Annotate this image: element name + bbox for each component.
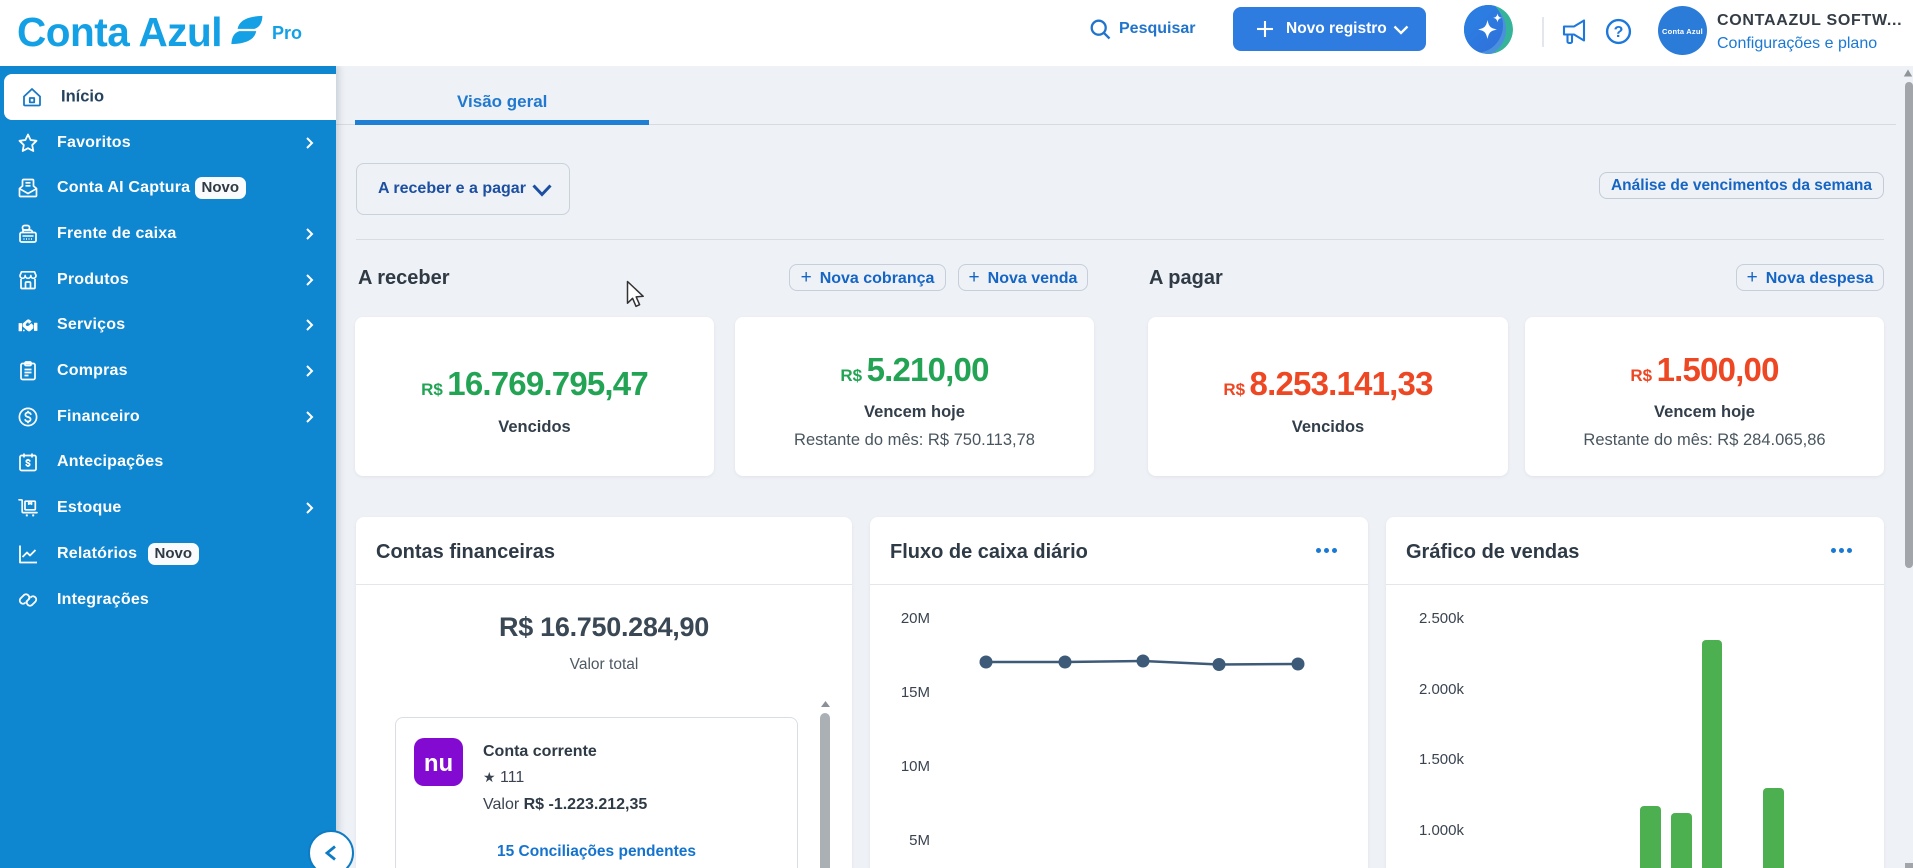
svg-text:?: ? [1614,24,1624,41]
